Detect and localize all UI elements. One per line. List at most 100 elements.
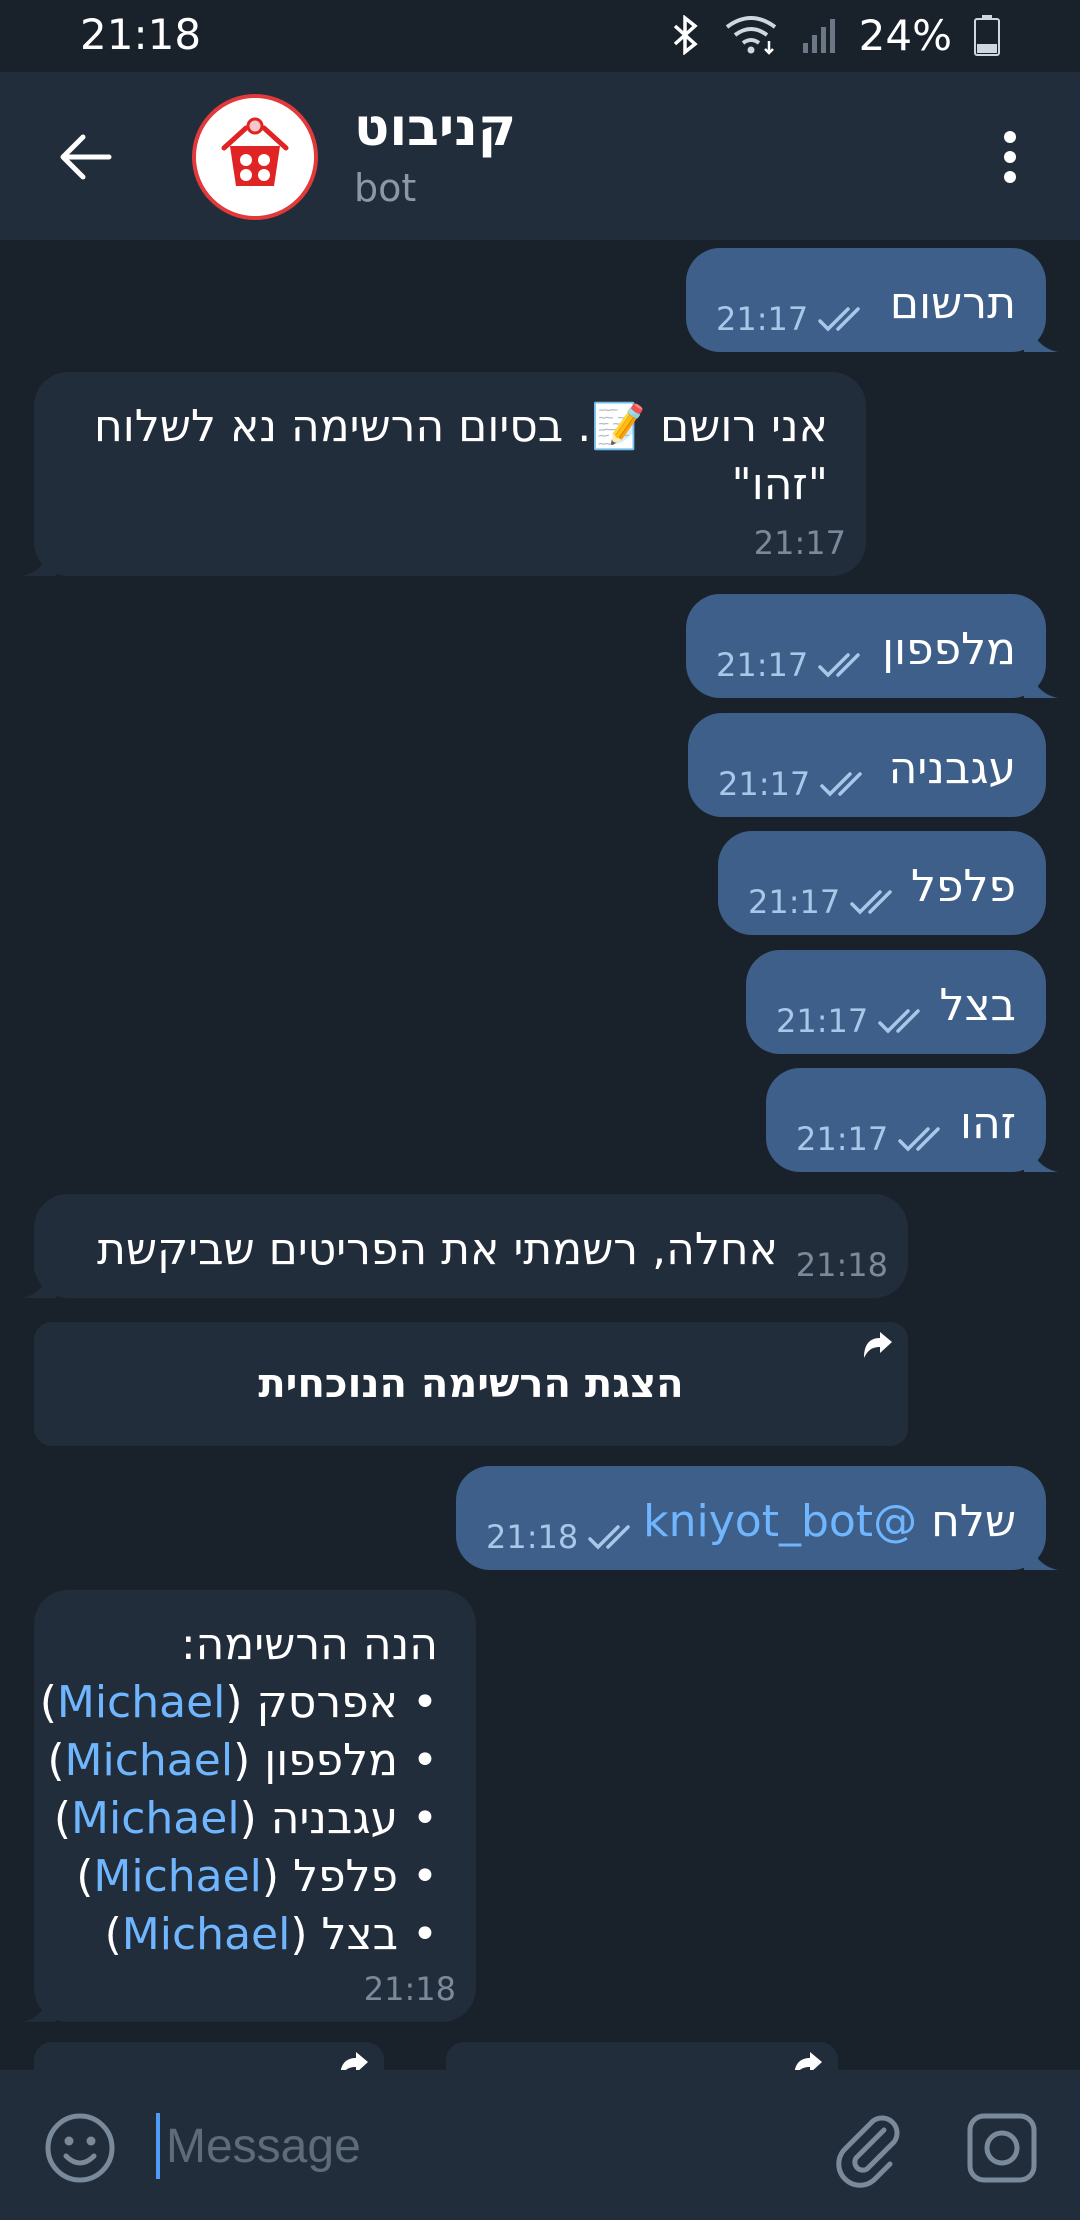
message-meta: 21:17	[716, 646, 870, 684]
double-check-icon	[898, 1127, 940, 1152]
battery-percent: 24%	[858, 10, 952, 60]
message-time: 21:17	[796, 1120, 889, 1158]
item-name: עגבניה	[270, 1793, 399, 1844]
double-check-icon	[820, 772, 862, 797]
double-check-icon	[588, 1525, 630, 1550]
more-options-button[interactable]	[970, 112, 1050, 202]
message-prefix: שלח	[931, 1496, 1016, 1547]
user-mention[interactable]: Michael	[93, 1851, 262, 1902]
list-item: • בצל (Michael)	[104, 1909, 438, 1960]
battery-icon	[974, 15, 1000, 56]
double-check-icon	[878, 1009, 920, 1034]
chat-subtitle: bot	[354, 166, 417, 210]
message-text: תרשום	[889, 278, 1016, 329]
user-mention[interactable]: Michael	[122, 1909, 291, 1960]
message-time: 21:17	[718, 765, 811, 803]
user-mention[interactable]: Michael	[71, 1793, 240, 1844]
list-item: • מלפפון (Michael)	[47, 1735, 438, 1786]
share-arrow-icon	[340, 2052, 368, 2070]
outgoing-message[interactable]: זהו 21:17	[766, 1068, 1064, 1172]
message-field[interactable]	[156, 2106, 796, 2186]
share-arrow-icon	[864, 1332, 892, 1358]
wifi-icon	[725, 16, 776, 55]
message-time: 21:17	[716, 300, 809, 338]
message-text: זהו	[960, 1098, 1016, 1149]
message-line: אני רושם 📝. בסיום הרשימה נא לשלוח	[94, 401, 828, 452]
text-caret	[156, 2113, 160, 2179]
message-time: 21:17	[716, 646, 809, 684]
item-name: מלפפון	[264, 1735, 399, 1786]
emoji-button[interactable]	[40, 2108, 120, 2188]
arrow-left-icon	[60, 134, 112, 180]
double-check-icon	[818, 307, 860, 332]
message-time: 21:17	[748, 883, 841, 921]
message-time: 21:18	[795, 1246, 888, 1284]
more-vertical-icon	[1004, 131, 1016, 183]
bullet: •	[412, 1851, 438, 1902]
avatar[interactable]	[192, 94, 318, 220]
bullet: •	[412, 1909, 438, 1960]
item-name: פלפל	[293, 1851, 399, 1902]
camera-button[interactable]	[962, 2108, 1042, 2188]
bluetooth-icon	[673, 15, 698, 55]
list-item: • פלפל (Michael)	[76, 1851, 438, 1902]
message-text: שלח @kniyot_bot	[643, 1496, 1016, 1547]
share-arrow-icon	[794, 2052, 822, 2070]
show-current-list-button[interactable]: הצגת הרשימה הנוכחית	[34, 1322, 908, 1446]
message-text: פלפל	[911, 861, 1016, 912]
message-text: אני רושם 📝. בסיום הרשימה נא לשלוח "זהו"	[94, 398, 828, 514]
item-name: אפרסק	[256, 1677, 399, 1728]
incoming-message[interactable]: אחלה, רשמתי את הפריטים שביקשת 21:18	[16, 1194, 908, 1298]
message-time: 21:18	[363, 1970, 456, 2008]
outgoing-message[interactable]: תרשום 21:17	[686, 248, 1064, 352]
message-meta: 21:17	[776, 1002, 930, 1040]
status-icons: 24%	[671, 10, 1000, 60]
bullet: •	[412, 1677, 438, 1728]
bullet: •	[412, 1735, 438, 1786]
chat-header: קניבוט bot	[0, 72, 1080, 240]
user-mention[interactable]: Michael	[65, 1735, 234, 1786]
inline-button-partial[interactable]	[446, 2042, 838, 2070]
smiley-icon	[45, 2113, 115, 2183]
outgoing-message[interactable]: שלח @kniyot_bot 21:18	[456, 1466, 1064, 1570]
camera-icon	[967, 2113, 1037, 2183]
outgoing-message[interactable]: פלפל 21:17	[718, 831, 1046, 935]
outgoing-message[interactable]: מלפפון 21:17	[686, 594, 1064, 698]
message-meta: 21:17	[716, 300, 870, 338]
message-time: 21:18	[486, 1518, 579, 1556]
item-name: בצל	[321, 1909, 399, 1960]
message-text: בצל	[939, 980, 1016, 1031]
status-time: 21:18	[80, 10, 202, 59]
message-input-bar	[0, 2070, 1080, 2220]
outgoing-message[interactable]: בצל 21:17	[746, 950, 1046, 1054]
back-button[interactable]	[40, 112, 130, 202]
outgoing-message[interactable]: עגבניה 21:17	[688, 713, 1046, 817]
message-time: 21:17	[753, 524, 846, 562]
message-text: אחלה, רשמתי את הפריטים שביקשת	[96, 1224, 778, 1275]
signal-icon	[802, 19, 835, 53]
message-meta: 21:17	[718, 765, 872, 803]
message-text: עגבניה	[888, 743, 1016, 794]
user-mention[interactable]: Michael	[57, 1677, 226, 1728]
list-item: • עגבניה (Michael)	[53, 1793, 438, 1844]
double-check-icon	[850, 890, 892, 915]
message-time: 21:17	[776, 1002, 869, 1040]
paperclip-icon	[836, 2115, 900, 2188]
message-meta: 21:17	[796, 1120, 950, 1158]
incoming-message[interactable]: אני רושם 📝. בסיום הרשימה נא לשלוח "זהו" …	[16, 372, 866, 576]
keyboard-button-label: הצגת הרשימה הנוכחית	[258, 1361, 684, 1407]
chat-title: קניבוט	[354, 98, 517, 158]
list-message-text: הנה הרשימה: • אפרסק (Michael) • מלפפון (…	[40, 1616, 438, 1964]
attach-button[interactable]	[828, 2108, 908, 2188]
inline-button-partial[interactable]	[34, 2042, 384, 2070]
chat-area[interactable]: תרשום 21:17 אני רושם 📝. בסיום הרשימה נא …	[0, 240, 1080, 2070]
message-text: מלפפון	[882, 624, 1016, 675]
double-check-icon	[818, 653, 860, 678]
message-input[interactable]	[166, 2118, 766, 2174]
status-bar: 21:18 24%	[0, 0, 1080, 72]
list-heading: הנה הרשימה:	[180, 1619, 438, 1670]
bot-mention-link[interactable]: @kniyot_bot	[643, 1496, 917, 1547]
message-meta: 21:17	[748, 883, 902, 921]
bullet: •	[412, 1793, 438, 1844]
incoming-message[interactable]: הנה הרשימה: • אפרסק (Michael) • מלפפון (…	[16, 1590, 476, 2022]
